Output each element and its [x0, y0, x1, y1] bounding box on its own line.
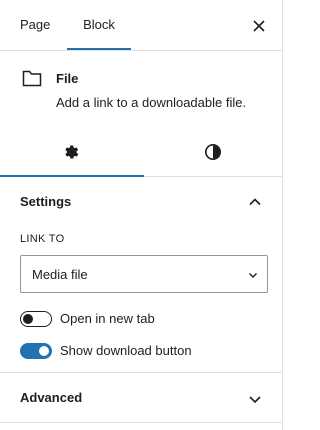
close-button[interactable]	[248, 15, 270, 37]
tab-settings[interactable]	[0, 128, 144, 177]
open-new-tab-label[interactable]: Open in new tab	[60, 311, 155, 327]
open-new-tab-row: Open in new tab	[20, 309, 268, 329]
tab-block[interactable]: Block	[67, 0, 131, 50]
tab-page-label: Page	[20, 17, 51, 32]
toggle-knob	[39, 346, 49, 356]
tab-block-label: Block	[83, 17, 115, 32]
sidebar-header: Page Block	[0, 0, 283, 51]
link-to-value: Media file	[32, 267, 88, 282]
block-title: File	[56, 71, 79, 86]
block-description: Add a link to a downloadable file.	[56, 95, 247, 110]
inspector-subtabs	[0, 128, 283, 177]
show-download-button-label[interactable]: Show download button	[60, 343, 192, 359]
chevron-down-icon[interactable]	[247, 391, 263, 407]
block-card: File Add a link to a downloadable file.	[0, 51, 283, 128]
gear-icon	[65, 145, 79, 159]
settings-panel: Settings LINK TO Media file Open in new …	[0, 177, 283, 373]
link-to-label: LINK TO	[20, 233, 65, 245]
tab-styles[interactable]	[142, 128, 284, 176]
active-tab-indicator	[67, 48, 131, 50]
show-download-button-row: Show download button	[20, 341, 268, 361]
open-new-tab-toggle[interactable]	[20, 311, 52, 327]
toggle-knob	[23, 314, 33, 324]
advanced-panel[interactable]: Advanced	[0, 373, 283, 423]
show-download-button-toggle[interactable]	[20, 343, 52, 359]
chevron-up-icon[interactable]	[247, 194, 263, 210]
folder-icon	[22, 70, 42, 87]
close-icon	[253, 20, 265, 32]
chevron-down-icon	[249, 273, 257, 278]
tab-page[interactable]: Page	[20, 0, 50, 50]
link-to-select[interactable]: Media file	[20, 255, 268, 293]
block-inspector-panel: Page Block File Add a link to a download…	[0, 0, 283, 430]
advanced-panel-title[interactable]: Advanced	[20, 390, 82, 406]
settings-panel-title[interactable]: Settings	[20, 194, 71, 210]
contrast-icon	[205, 144, 221, 160]
